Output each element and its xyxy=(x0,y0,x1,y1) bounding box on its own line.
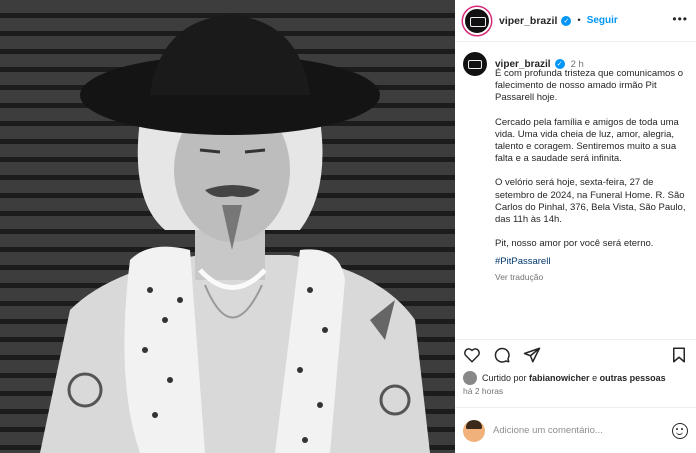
share-icon[interactable] xyxy=(523,346,541,364)
post-photo-illustration xyxy=(40,15,430,453)
instagram-post-view: viper_brazil ✓ • Seguir ••• viper_brazil… xyxy=(0,0,696,453)
post-side-panel: viper_brazil ✓ • Seguir ••• viper_brazil… xyxy=(455,0,696,453)
post-time[interactable]: há 2 horas xyxy=(463,386,503,396)
caption-paragraph: Cercado pela família e amigos de toda um… xyxy=(495,116,679,165)
caption-paragraph: O velório será hoje, sexta-feira, 27 de … xyxy=(495,177,686,226)
liked-joiner: e xyxy=(592,373,598,383)
liker-avatar[interactable] xyxy=(463,371,477,385)
post-photo[interactable] xyxy=(0,0,455,453)
follow-button[interactable]: Seguir xyxy=(587,15,618,26)
save-icon[interactable] xyxy=(670,346,688,364)
caption-paragraph: Pit, nosso amor por você será eterno. xyxy=(495,238,654,250)
comment-box xyxy=(455,407,696,453)
liked-others[interactable]: outras pessoas xyxy=(600,373,666,383)
author-avatar[interactable] xyxy=(463,6,491,35)
caption-paragraph: É com profunda tristeza que comunicamos … xyxy=(495,68,683,104)
see-translation-link[interactable]: Ver tradução xyxy=(495,271,691,283)
more-options-icon[interactable]: ••• xyxy=(672,12,688,26)
hashtag-link[interactable]: #PitPassarell xyxy=(495,256,691,268)
post-header: viper_brazil ✓ • Seguir ••• xyxy=(455,0,696,42)
post-caption: viper_brazil ✓ 2 h É com profunda triste… xyxy=(463,52,691,352)
liked-by: Curtido por fabianowicher e outras pesso… xyxy=(463,371,666,385)
action-bar xyxy=(455,339,696,369)
header-separator: • xyxy=(577,15,581,26)
caption-body: É com profunda tristeza que comunicamos … xyxy=(495,68,691,283)
comment-icon[interactable] xyxy=(493,346,511,364)
emoji-icon[interactable] xyxy=(672,423,688,439)
heart-icon[interactable] xyxy=(463,346,481,364)
verified-badge-icon: ✓ xyxy=(561,15,572,26)
caption-avatar[interactable] xyxy=(463,52,487,76)
comment-input[interactable] xyxy=(493,425,663,436)
liked-prefix: Curtido por xyxy=(482,373,527,383)
user-avatar xyxy=(463,419,485,442)
author-username[interactable]: viper_brazil xyxy=(499,15,557,27)
liked-user[interactable]: fabianowicher xyxy=(529,373,590,383)
